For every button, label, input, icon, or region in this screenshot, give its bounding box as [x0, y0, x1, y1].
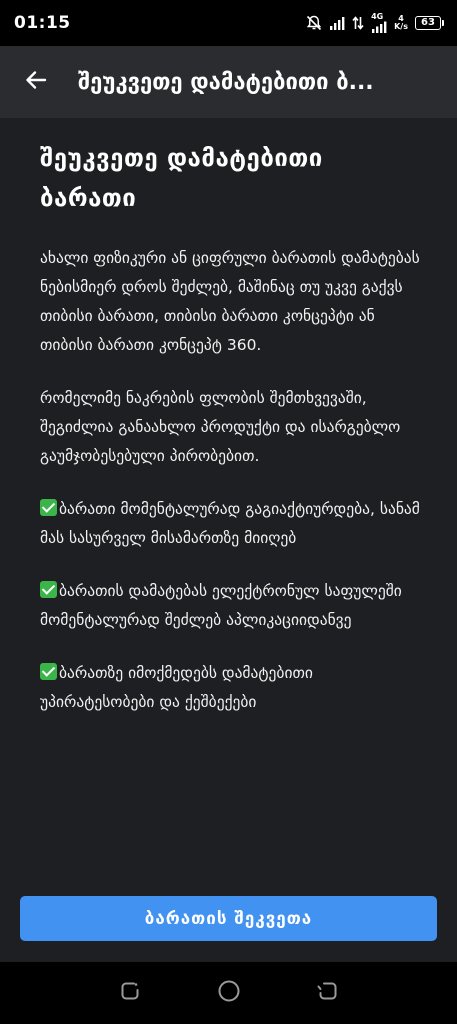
app-bar: შეუკვეთე დამატებითი ბ...	[0, 46, 457, 118]
check-mark-icon	[40, 663, 57, 680]
benefit-item: ბარათზე იმოქმედებს დამატებითი უპირატესობ…	[40, 659, 420, 717]
data-transfer-icon	[352, 16, 364, 30]
system-nav-bar	[0, 962, 457, 1024]
status-bar: 01:15 4G 4 K/s 63	[0, 0, 457, 46]
check-mark-icon	[40, 499, 57, 516]
arrow-left-icon	[24, 68, 48, 96]
battery-icon: 63	[415, 16, 444, 30]
network-label: 4G	[371, 12, 384, 21]
back-nav-button[interactable]	[308, 973, 348, 1013]
upgrade-paragraph: რომელიმე ნაკრების ფლობის შემთხვევაში, შე…	[40, 389, 401, 465]
mute-bell-icon	[306, 15, 322, 31]
benefit-item: ბარათი მომენტალურად გაგიაქტიურდება, სანა…	[40, 495, 420, 553]
back-nav-icon	[317, 980, 339, 1006]
home-circle-icon	[217, 979, 241, 1007]
screen: 01:15 4G 4 K/s 63 შეუკვეთე დამატებითი ბ.…	[0, 0, 457, 1024]
signal-icon	[329, 16, 345, 30]
app-bar-title: შეუკვეთე დამატებითი ბ...	[78, 69, 374, 95]
status-icons: 4G 4 K/s 63	[306, 13, 444, 33]
benefit-text: ბარათზე იმოქმედებს დამატებითი უპირატესობ…	[40, 664, 313, 711]
home-button[interactable]	[209, 973, 249, 1013]
check-mark-icon	[40, 581, 57, 598]
network-type: 4G	[371, 13, 387, 33]
benefit-item: ბარათის დამატებას ელექტრონულ საფულეში მო…	[40, 577, 420, 635]
order-card-button[interactable]: ბარათის შეკვეთა	[20, 896, 437, 941]
net-speed: 4 K/s	[394, 15, 408, 31]
benefit-text: ბარათის დამატებას ელექტრონულ საფულეში მო…	[40, 582, 402, 629]
benefit-text: ბარათი მომენტალურად გაგიაქტიურდება, სანა…	[40, 500, 420, 547]
status-time: 01:15	[14, 13, 71, 33]
net-speed-unit: K/s	[394, 22, 408, 31]
main-content: შეუკვეთე დამატებითი ბარათი ახალი ფიზიკურ…	[40, 138, 420, 741]
recent-apps-button[interactable]	[110, 973, 150, 1013]
recent-apps-icon	[119, 980, 141, 1006]
intro-paragraph: ახალი ფიზიკური ან ციფრული ბარათის დამატე…	[40, 249, 420, 354]
back-button[interactable]	[0, 46, 72, 118]
page-title: შეუკვეთე დამატებითი ბარათი	[40, 144, 323, 212]
